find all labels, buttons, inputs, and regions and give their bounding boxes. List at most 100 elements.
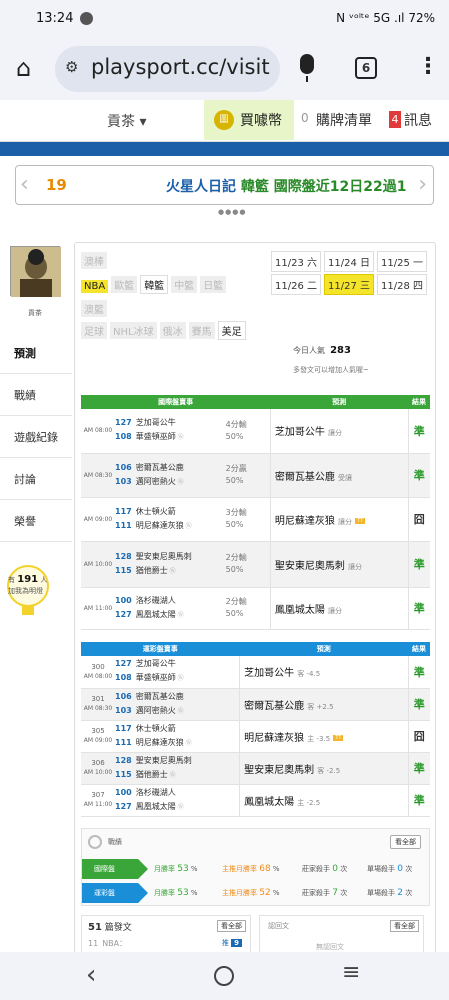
messages-link[interactable]: 訊息 bbox=[404, 110, 432, 130]
home-team[interactable]: 111 明尼蘇達灰狼 ⓗ bbox=[115, 736, 239, 751]
team-cell: 127 芝加哥公牛 108 華盛頓巫師 ⓗ bbox=[115, 656, 239, 689]
date-tab[interactable]: 11/23 六 bbox=[271, 251, 321, 272]
coin-icon: 圖 bbox=[214, 110, 234, 130]
prediction-cell[interactable]: 鳳凰城太陽 讓分 bbox=[269, 587, 408, 630]
away-team[interactable]: 100 洛杉磯湖人 bbox=[115, 594, 226, 608]
away-team[interactable]: 100 洛杉磯湖人 bbox=[115, 786, 239, 800]
replies-empty: 無認回文 bbox=[316, 943, 344, 951]
away-team[interactable]: 117 休士頓火箭 bbox=[115, 722, 239, 736]
lottery-header-result: 結果 bbox=[408, 642, 430, 656]
replies-view-all-button[interactable]: 看全部 bbox=[390, 920, 419, 932]
game-number: 306 bbox=[91, 759, 105, 767]
spread: 3分輸 bbox=[225, 508, 247, 517]
message-count-badge: 4 bbox=[389, 111, 401, 128]
buy-coin-button[interactable]: 圖 買噱幣 bbox=[204, 100, 294, 140]
posts-view-all-button[interactable]: 看全部 bbox=[217, 920, 246, 932]
away-team[interactable]: 127 芝加哥公牛 bbox=[115, 416, 226, 430]
chevron-left-icon[interactable]: ‹ bbox=[20, 172, 29, 197]
home-team[interactable]: 103 邁阿密熱火 ⓗ bbox=[115, 475, 226, 490]
back-icon[interactable]: ‹ bbox=[86, 960, 96, 990]
away-team[interactable]: 106 密爾瓦基公鹿 bbox=[115, 461, 226, 475]
prediction-cell[interactable]: 明尼蘇達灰狼 讓分 TT bbox=[269, 497, 408, 542]
home-name: 猶他爵士 bbox=[135, 565, 168, 575]
post-item[interactable]: 11 NBA： bbox=[88, 938, 131, 949]
table-row: 307 AM 11:00 100 洛杉磯湖人 127 鳳凰城太陽 ⓗ 鳳凰城太陽 主 -2.… bbox=[81, 784, 430, 817]
prediction-cell[interactable]: 鳳凰城太陽 主 -2.5 bbox=[239, 784, 408, 817]
league-tab[interactable]: 俄冰 bbox=[159, 322, 186, 339]
site-settings-icon[interactable]: ⚙ bbox=[65, 58, 78, 76]
prediction-note: 主 -3.5 bbox=[307, 734, 331, 743]
url-text[interactable]: playsport.cc/visit bbox=[91, 55, 270, 79]
home-team[interactable]: 103 邁阿密熱火 ⓗ bbox=[115, 704, 239, 719]
away-team[interactable]: 117 休士頓火箭 bbox=[115, 505, 226, 519]
spread-cell: 3分輸 50% bbox=[225, 497, 270, 542]
date-tab[interactable]: 11/27 三 bbox=[324, 274, 374, 295]
user-menu[interactable]: 貢茶 ▾ bbox=[107, 111, 146, 131]
league-tab[interactable]: NBA bbox=[81, 280, 109, 293]
away-team[interactable]: 106 密爾瓦基公鹿 bbox=[115, 690, 239, 704]
home-circle-icon[interactable] bbox=[214, 966, 234, 986]
prediction-cell[interactable]: 密爾瓦基公鹿 受讓 bbox=[269, 453, 408, 498]
tab-count-button[interactable]: 6 bbox=[355, 57, 377, 79]
prediction-note: 主 -2.5 bbox=[297, 798, 321, 807]
home-team[interactable]: 115 猶他爵士 ⓗ bbox=[115, 768, 239, 783]
date-tab[interactable]: 11/28 四 bbox=[377, 274, 427, 295]
cart-link[interactable]: 購牌清單 bbox=[316, 110, 372, 130]
date-tab[interactable]: 11/26 二 bbox=[271, 274, 321, 295]
prediction-cell[interactable]: 明尼蘇達灰狼 主 -3.5 TT bbox=[239, 720, 408, 753]
league-tab[interactable]: 澳籃 bbox=[81, 300, 107, 317]
prediction-cell[interactable]: 密爾瓦基公鹿 客 +2.5 bbox=[239, 688, 408, 721]
date-tab[interactable]: 11/24 日 bbox=[324, 251, 374, 272]
menu-record[interactable]: 戰績 bbox=[0, 374, 72, 416]
away-team[interactable]: 128 聖安東尼奧馬刺 bbox=[115, 754, 239, 768]
league-tab[interactable]: 歐籃 bbox=[111, 276, 138, 293]
league-tab[interactable]: 韓籃 bbox=[140, 275, 169, 294]
announcement-carousel[interactable]: ‹ 19 火星人日記 韓籃 國際盤近12日22過18 › bbox=[15, 165, 434, 205]
away-team[interactable]: 128 聖安東尼奧馬刺 bbox=[115, 550, 226, 564]
home-team[interactable]: 108 華盛頓巫師 ⓗ bbox=[115, 430, 226, 445]
league-tab[interactable]: 賽馬 bbox=[188, 322, 215, 339]
lottery-header-pred: 預測 bbox=[239, 642, 408, 656]
league-tab[interactable]: 足球 bbox=[81, 322, 107, 339]
stats-value: 7 bbox=[332, 888, 338, 898]
stats-label: 單場殺手 bbox=[367, 865, 395, 873]
home-team[interactable]: 111 明尼蘇達灰狼 ⓗ bbox=[115, 519, 226, 534]
menu-predict[interactable]: 預測 bbox=[0, 332, 72, 374]
menu-honor[interactable]: 榮譽 bbox=[0, 500, 72, 542]
home-icon[interactable]: ⌂ bbox=[16, 54, 31, 82]
menu-game-log[interactable]: 遊戲紀錄 bbox=[0, 416, 72, 458]
prediction-cell[interactable]: 芝加哥公牛 客 -4.5 bbox=[239, 656, 408, 689]
prediction-cell[interactable]: 聖安東尼奧馬刺 客 -2.5 bbox=[239, 752, 408, 785]
stats-cell: 主推月勝率 52 % bbox=[222, 888, 280, 898]
prediction-cell[interactable]: 芝加哥公牛 讓分 bbox=[269, 409, 408, 454]
league-tab[interactable]: 澳棒 bbox=[81, 252, 107, 269]
home-team[interactable]: 115 猶他爵士 ⓗ bbox=[115, 564, 226, 579]
popularity-value: 283 bbox=[330, 345, 351, 356]
menu-discussion[interactable]: 討論 bbox=[0, 458, 72, 500]
home-team[interactable]: 127 鳳凰城太陽 ⓗ bbox=[115, 608, 226, 623]
lightbulb-counter[interactable]: 有 191 人 加我為明燈 bbox=[8, 574, 47, 597]
stats-row: 運彩盤 月勝率 53 % 主推月勝率 52 % 莊家殺手 7 次單場殺手 2 次 bbox=[82, 883, 431, 903]
more-menu-icon[interactable]: ⋮ bbox=[417, 54, 439, 79]
chevron-right-icon[interactable]: › bbox=[418, 172, 427, 197]
date-tab[interactable]: 11/25 一 bbox=[377, 251, 427, 272]
league-tab[interactable]: 中籃 bbox=[171, 276, 198, 293]
stats-view-all-button[interactable]: 看全部 bbox=[390, 835, 421, 849]
microphone-icon[interactable] bbox=[300, 54, 314, 74]
stats-label: 莊家殺手 bbox=[302, 865, 330, 873]
address-bar[interactable]: ⚙ playsport.cc/visit bbox=[55, 46, 280, 92]
home-team[interactable]: 127 鳳凰城太陽 ⓗ bbox=[115, 800, 239, 815]
recent-apps-icon[interactable]: ≡ bbox=[342, 960, 360, 985]
away-team[interactable]: 127 芝加哥公牛 bbox=[115, 657, 239, 671]
stats-icon bbox=[88, 835, 102, 849]
league-tab[interactable]: NHL冰球 bbox=[110, 322, 157, 339]
league-tab[interactable]: 日籃 bbox=[200, 276, 227, 293]
home-number: 115 bbox=[115, 565, 132, 575]
home-team[interactable]: 108 華盛頓巫師 ⓗ bbox=[115, 671, 239, 686]
announcement-text[interactable]: 火星人日記 韓籃 國際盤近12日22過18 bbox=[166, 176, 406, 196]
prediction-cell[interactable]: 聖安東尼奧馬刺 讓分 bbox=[269, 541, 408, 588]
team-cell: 100 洛杉磯湖人 127 鳳凰城太陽 ⓗ bbox=[115, 784, 239, 817]
result: 準 bbox=[407, 587, 430, 630]
spread: 4分輸 bbox=[225, 419, 247, 429]
league-tab[interactable]: 美足 bbox=[217, 321, 246, 340]
